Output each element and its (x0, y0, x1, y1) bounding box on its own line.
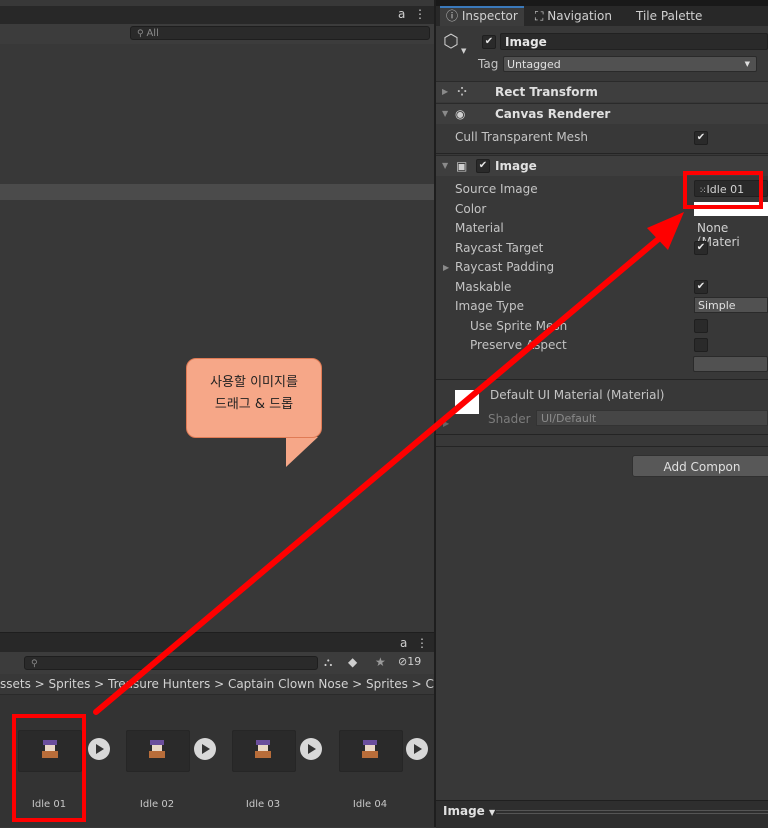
arrow-shaft (93, 233, 665, 715)
callout-line-2: 드래그 & 드롭 (214, 397, 294, 412)
annotation-arrow (93, 212, 684, 715)
callout-line-1: 사용할 이미지를 (210, 375, 298, 390)
annotation-callout: 사용할 이미지를 드래그 & 드롭 (186, 358, 322, 438)
callout-tail (286, 437, 318, 467)
